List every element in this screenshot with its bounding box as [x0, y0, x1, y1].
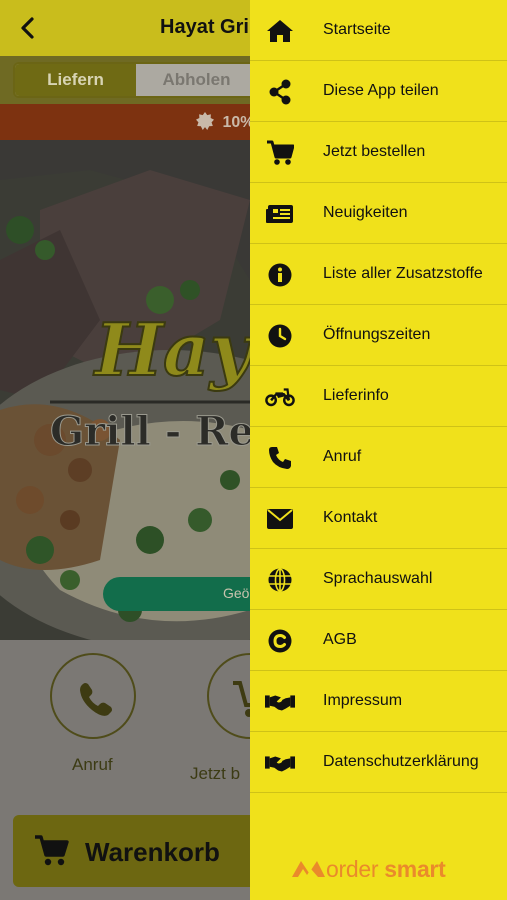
menu-item-label: Jetzt bestellen [323, 143, 426, 160]
clock-icon [265, 323, 295, 349]
phone-icon [80, 683, 112, 716]
menu-item-imprint[interactable]: Impressum [250, 671, 507, 732]
share-icon [265, 79, 295, 105]
menu-item-share[interactable]: Diese App teilen [250, 61, 507, 122]
info-icon [265, 262, 295, 288]
back-button[interactable] [14, 14, 42, 42]
call-action-button[interactable] [50, 653, 136, 739]
handshake-icon [265, 750, 295, 776]
call-action-label: Anruf [72, 755, 113, 774]
menu-item-order[interactable]: Jetzt bestellen [250, 122, 507, 183]
motorcycle-icon [265, 384, 295, 410]
open-status-pill[interactable]: Geö [103, 577, 273, 611]
cart-icon [265, 140, 295, 166]
menu-item-contact[interactable]: Kontakt [250, 488, 507, 549]
menu-item-label: Startseite [323, 21, 391, 38]
menu-item-label: Diese App teilen [323, 82, 439, 99]
cart-label: Warenkorb [85, 837, 220, 867]
globe-icon [265, 567, 295, 593]
order-smart-brand-text: order smart [326, 855, 446, 882]
menu-item-privacy[interactable]: Datenschutzerklärung [250, 732, 507, 793]
order-action-label: Jetzt b [190, 764, 241, 783]
open-status-text: Geö [223, 585, 250, 601]
menu-item-language[interactable]: Sprachauswahl [250, 549, 507, 610]
copyright-icon [265, 628, 295, 654]
menu-item-terms[interactable]: AGB [250, 610, 507, 671]
menu-item-startseite[interactable]: Startseite [250, 0, 507, 61]
tab-abholen[interactable]: Abholen [136, 64, 256, 96]
order-mode-toggle: Liefern Abholen [13, 62, 258, 98]
menu-item-label: Lieferinfo [323, 387, 389, 404]
menu-item-news[interactable]: Neuigkeiten [250, 183, 507, 244]
logo-subtitle: Grill - Re [50, 408, 254, 455]
cart-button[interactable]: Warenkorb [13, 815, 258, 887]
home-icon [265, 18, 295, 44]
menu-item-opening-hours[interactable]: Öffnungszeiten [250, 305, 507, 366]
menu-item-label: Anruf [323, 448, 362, 465]
envelope-icon [265, 506, 295, 532]
menu-item-delivery-info[interactable]: Lieferinfo [250, 366, 507, 427]
menu-item-label: Impressum [323, 692, 403, 709]
tab-liefern[interactable]: Liefern [15, 64, 136, 96]
menu-item-additives[interactable]: Liste aller Zusatzstoffe [250, 244, 507, 305]
menu-item-label: AGB [323, 631, 357, 648]
menu-item-label: Datenschutzerklärung [323, 753, 479, 770]
cart-icon [35, 835, 69, 866]
chevron-left-icon [21, 17, 34, 39]
menu-item-label: Sprachauswahl [323, 570, 433, 587]
page-title: Hayat Grill [160, 16, 261, 38]
handshake-icon [265, 689, 295, 715]
phone-icon [265, 445, 295, 471]
menu-item-label: Neuigkeiten [323, 204, 408, 221]
menu-item-label: Liste aller Zusatzstoffe [323, 265, 483, 282]
menu-item-label: Öffnungszeiten [323, 326, 431, 343]
menu-item-label: Kontakt [323, 509, 378, 526]
order-smart-logo-icon [292, 861, 325, 877]
navigation-drawer: Startseite Diese App teilen Jetzt bestel… [250, 0, 507, 900]
order-smart-logo: order smart [292, 854, 446, 884]
discount-badge-icon [196, 112, 214, 130]
menu-item-call[interactable]: Anruf [250, 427, 507, 488]
news-icon [265, 201, 295, 227]
